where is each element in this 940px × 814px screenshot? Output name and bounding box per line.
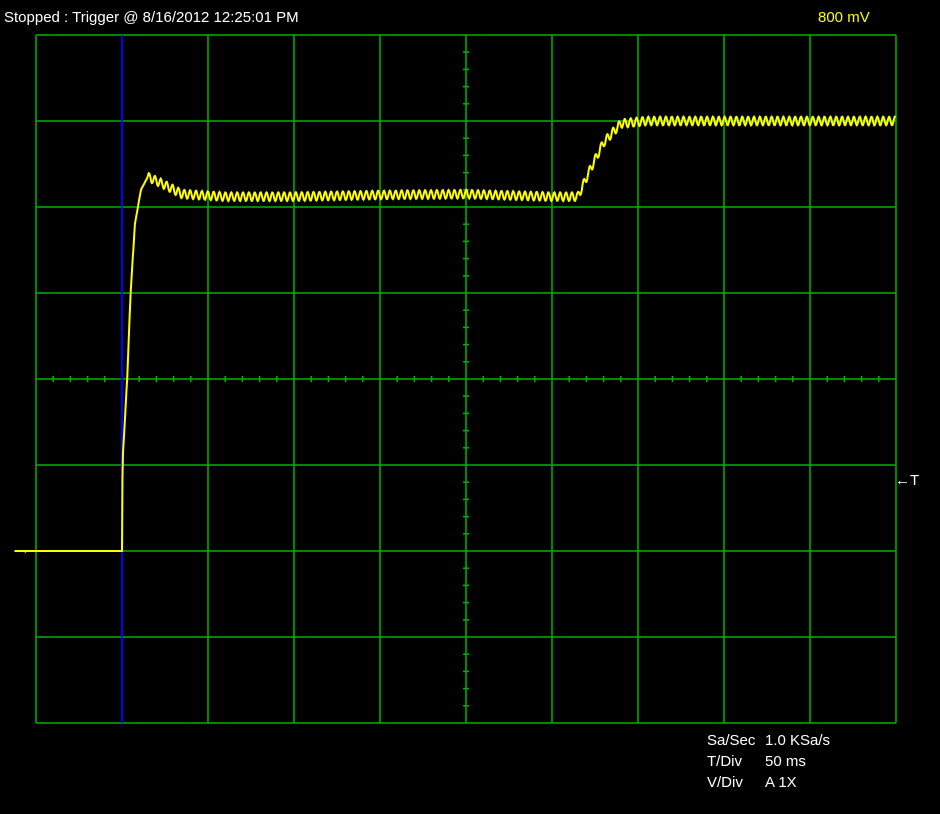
oscilloscope-screen[interactable]	[0, 0, 940, 814]
info-label: Sa/Sec	[707, 732, 756, 749]
trigger-level-marker[interactable]: ←T	[895, 472, 919, 489]
info-row-volt-div: V/Div A 1X	[707, 772, 830, 793]
ground-level-marker[interactable]: →	[15, 541, 30, 558]
info-value: A 1X	[765, 774, 797, 791]
info-label: T/Div	[707, 753, 742, 770]
acquisition-info: Sa/Sec 1.0 KSa/s T/Div 50 ms V/Div A 1X	[707, 730, 830, 793]
graticule	[35, 34, 897, 724]
info-value: 50 ms	[765, 753, 806, 770]
info-label: V/Div	[707, 774, 743, 791]
info-value: 1.0 KSa/s	[765, 732, 831, 749]
info-row-time-div: T/Div 50 ms	[707, 751, 830, 772]
channel-a-trace	[14, 115, 897, 552]
info-row-sample-rate: Sa/Sec 1.0 KSa/s	[707, 730, 830, 751]
